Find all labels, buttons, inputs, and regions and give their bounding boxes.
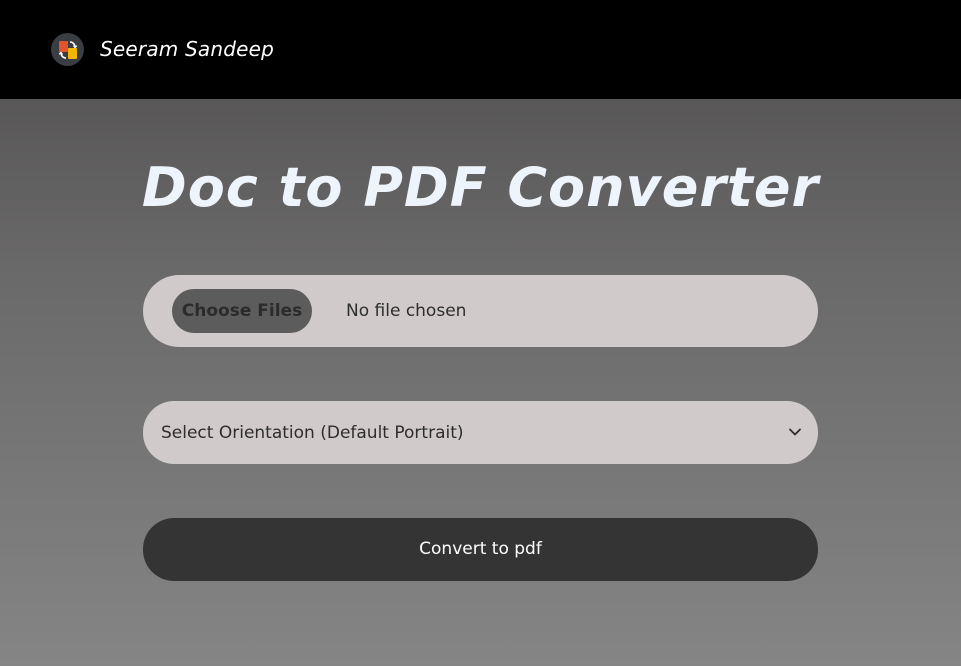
chevron-down-icon [789, 428, 801, 436]
choose-files-button[interactable]: Choose Files [172, 289, 312, 333]
navbar: Seeram Sandeep [0, 0, 961, 99]
brand-name[interactable]: Seeram Sandeep [100, 35, 274, 63]
orientation-select[interactable]: Select Orientation (Default Portrait) [143, 401, 818, 464]
page-title: Doc to PDF Converter [141, 156, 820, 219]
file-status-text: No file chosen [346, 301, 467, 321]
document-convert-icon[interactable] [51, 33, 84, 66]
orientation-select-value: Select Orientation (Default Portrait) [161, 423, 464, 443]
file-input[interactable]: Choose Files No file chosen [143, 275, 818, 347]
convert-to-pdf-button[interactable]: Convert to pdf [143, 518, 818, 581]
